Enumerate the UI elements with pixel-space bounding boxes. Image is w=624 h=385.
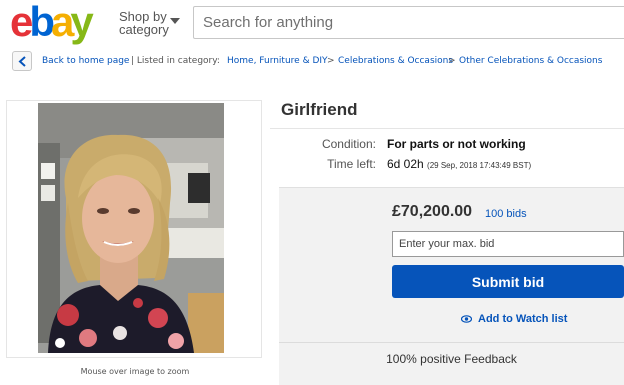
logo-letter-b: b bbox=[29, 0, 55, 45]
seller-feedback: 100% positive Feedback bbox=[386, 352, 517, 366]
divider bbox=[270, 128, 624, 129]
breadcrumb: Back to home page | Listed in category: … bbox=[12, 51, 612, 71]
listing-photo[interactable] bbox=[38, 103, 224, 353]
chevron-down-icon bbox=[170, 18, 180, 24]
watch-list-label: Add to Watch list bbox=[478, 313, 568, 325]
logo-letter-a: a bbox=[51, 0, 74, 45]
breadcrumb-separator: > bbox=[327, 56, 335, 66]
time-left-duration: 6d 02h bbox=[387, 157, 424, 171]
breadcrumb-separator: > bbox=[448, 56, 456, 66]
back-button[interactable] bbox=[12, 51, 32, 71]
max-bid-input[interactable] bbox=[393, 232, 623, 256]
search-box bbox=[193, 6, 624, 39]
time-left-label: Time left: bbox=[327, 157, 376, 171]
time-left-value: 6d 02h (29 Sep, 2018 17:43:49 BST) bbox=[387, 157, 531, 171]
logo-letter-e: e bbox=[10, 0, 33, 45]
eye-icon bbox=[461, 315, 472, 323]
condition-label: Condition: bbox=[321, 137, 376, 151]
divider bbox=[279, 342, 624, 343]
breadcrumb-item-celebrations-occasions[interactable]: Celebrations & Occasions bbox=[338, 56, 453, 66]
max-bid-field-wrapper bbox=[392, 231, 624, 257]
zoom-caption: Mouse over image to zoom bbox=[80, 367, 190, 376]
search-input[interactable] bbox=[194, 7, 624, 38]
item-title: Girlfriend bbox=[281, 100, 358, 119]
submit-bid-button[interactable]: Submit bid bbox=[392, 265, 624, 298]
current-price: £70,200.00 bbox=[392, 203, 473, 220]
condition-value: For parts or not working bbox=[387, 137, 526, 151]
category-label: category bbox=[119, 22, 169, 37]
ebay-logo[interactable]: ebay bbox=[10, 0, 94, 45]
bid-count-link[interactable]: 100 bids bbox=[485, 208, 527, 220]
time-left-end-date: (29 Sep, 2018 17:43:49 BST) bbox=[427, 161, 532, 170]
shop-by-category-button[interactable]: Shop by category bbox=[119, 10, 180, 37]
back-to-home-link[interactable]: Back to home page bbox=[42, 56, 129, 66]
chevron-left-icon bbox=[18, 56, 26, 67]
logo-letter-y: y bbox=[70, 0, 93, 45]
listed-in-label: | Listed in category: bbox=[131, 56, 220, 66]
breadcrumb-item-home-furniture-diy[interactable]: Home, Furniture & DIY bbox=[227, 56, 328, 66]
breadcrumb-item-other-celebrations-occasions[interactable]: Other Celebrations & Occasions bbox=[459, 56, 602, 66]
